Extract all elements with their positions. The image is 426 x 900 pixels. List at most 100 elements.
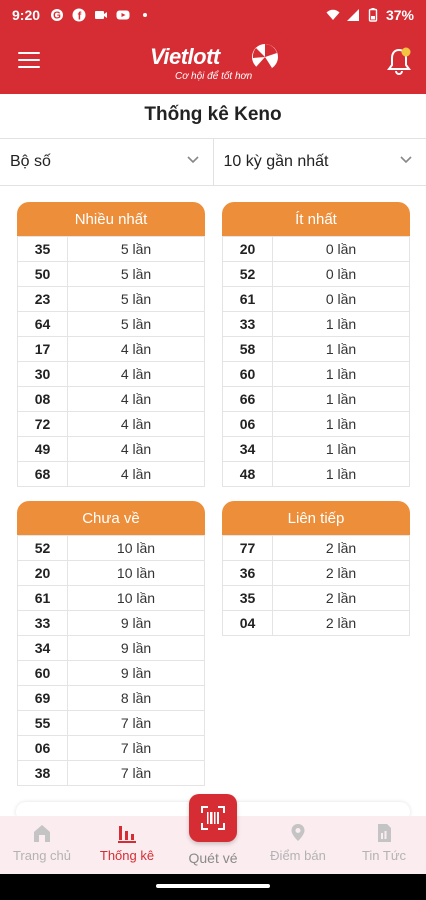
count-cell: 10 lần — [67, 535, 205, 561]
number-cell: 61 — [222, 286, 273, 312]
number-cell: 61 — [17, 585, 68, 611]
count-cell: 4 lần — [67, 336, 205, 362]
not-drawn-table: 52 10 lần 20 10 lần 61 10 lần 33 9 lần 34 9 l… — [17, 535, 205, 786]
battery-icon — [368, 8, 378, 22]
table-row: 06 7 lần — [17, 735, 205, 761]
table-row: 06 1 lần — [222, 411, 410, 437]
count-cell: 10 lần — [67, 585, 205, 611]
number-cell: 48 — [222, 461, 273, 487]
table-row: 72 4 lần — [17, 411, 205, 437]
range-dropdown-value: 10 kỳ gần nhất — [223, 153, 329, 170]
table-row: 48 1 lần — [222, 461, 410, 487]
number-cell: 52 — [17, 535, 68, 561]
type-dropdown[interactable]: Bộ số — [0, 139, 213, 185]
table-row: 34 9 lần — [17, 635, 205, 661]
number-cell: 08 — [17, 386, 68, 412]
table-row: 23 5 lần — [17, 286, 205, 312]
page-title: Thống kê Keno — [144, 104, 282, 125]
table-row: 08 4 lần — [17, 386, 205, 412]
consecutive-table: 77 2 lần 36 2 lần 35 2 lần 04 2 lần — [222, 535, 410, 636]
status-right: 37% — [326, 7, 414, 23]
news-icon — [378, 824, 391, 842]
number-cell: 72 — [17, 411, 68, 437]
count-cell: 9 lần — [67, 635, 205, 661]
home-indicator[interactable] — [156, 884, 270, 888]
least-frequent-card: Ít nhất 20 0 lần 52 0 lần 61 0 lần 33 1 lần … — [222, 202, 410, 487]
number-cell: 35 — [222, 585, 273, 611]
notification-bell-icon[interactable] — [386, 46, 412, 76]
table-row: 60 9 lần — [17, 660, 205, 686]
table-row: 69 8 lần — [17, 685, 205, 711]
table-row: 35 2 lần — [222, 585, 410, 611]
number-cell: 68 — [17, 461, 68, 487]
count-cell: 1 lần — [272, 336, 410, 362]
gesture-bar — [0, 874, 426, 900]
count-cell: 5 lần — [67, 236, 205, 262]
count-cell: 5 lần — [67, 311, 205, 337]
range-dropdown[interactable]: 10 kỳ gần nhất — [212, 139, 426, 185]
home-icon — [34, 825, 50, 842]
nav-stores[interactable]: Điểm bán — [258, 822, 338, 863]
count-cell: 4 lần — [67, 386, 205, 412]
barcode-scan-icon — [201, 806, 225, 830]
table-row: 55 7 lần — [17, 710, 205, 736]
menu-button[interactable] — [18, 52, 40, 70]
number-cell: 77 — [222, 535, 273, 561]
number-cell: 60 — [222, 361, 273, 387]
table-row: 58 1 lần — [222, 336, 410, 362]
map-pin-icon — [291, 824, 305, 841]
youtube-icon — [116, 10, 130, 20]
table-row: 61 10 lần — [17, 585, 205, 611]
nav-statistics-label: Thống kê — [99, 848, 155, 863]
more-dot-icon — [143, 13, 148, 17]
filter-bar: Bộ số 10 kỳ gần nhất — [0, 138, 426, 186]
signal-icon — [346, 9, 359, 21]
number-cell: 58 — [222, 336, 273, 362]
number-cell: 34 — [222, 436, 273, 462]
table-row: 36 2 lần — [222, 560, 410, 586]
number-cell: 06 — [222, 411, 273, 437]
nav-statistics[interactable]: Thống kê — [87, 822, 167, 863]
table-row: 50 5 lần — [17, 261, 205, 287]
number-cell: 36 — [222, 560, 273, 586]
count-cell: 0 lần — [272, 261, 410, 287]
count-cell: 7 lần — [67, 735, 205, 761]
table-row: 49 4 lần — [17, 436, 205, 462]
most-frequent-title: Nhiều nhất — [17, 202, 205, 236]
least-frequent-title: Ít nhất — [222, 202, 410, 236]
scan-ticket-button[interactable] — [189, 794, 237, 842]
table-row: 52 0 lần — [222, 261, 410, 287]
number-cell: 20 — [17, 560, 68, 586]
number-cell: 52 — [222, 261, 273, 287]
count-cell: 4 lần — [67, 411, 205, 437]
count-cell: 5 lần — [67, 261, 205, 287]
count-cell: 1 lần — [272, 411, 410, 437]
count-cell: 2 lần — [272, 610, 410, 636]
number-cell: 33 — [222, 311, 273, 337]
table-row: 20 0 lần — [222, 236, 410, 262]
nav-news-label: Tin Tức — [361, 848, 407, 863]
nav-stores-label: Điểm bán — [270, 848, 326, 863]
number-cell: 20 — [222, 236, 273, 262]
number-cell: 17 — [17, 336, 68, 362]
status-time: 9:20 — [12, 7, 41, 23]
table-row: 60 1 lần — [222, 361, 410, 387]
consecutive-card: Liên tiếp 77 2 lần 36 2 lần 35 2 lần 04 2 lầ… — [222, 501, 410, 636]
nav-news[interactable]: Tin Tức — [344, 822, 424, 863]
count-cell: 7 lần — [67, 760, 205, 786]
count-cell: 5 lần — [67, 286, 205, 312]
video-icon — [95, 11, 108, 19]
number-cell: 64 — [17, 311, 68, 337]
count-cell: 4 lần — [67, 461, 205, 487]
number-cell: 50 — [17, 261, 68, 287]
number-cell: 49 — [17, 436, 68, 462]
status-bar: 9:20 G f 37% — [0, 0, 426, 30]
nav-home[interactable]: Trang chủ — [2, 822, 82, 863]
table-row: 30 4 lần — [17, 361, 205, 387]
number-cell: 34 — [17, 635, 68, 661]
count-cell: 2 lần — [272, 585, 410, 611]
count-cell: 10 lần — [67, 560, 205, 586]
scan-ticket-label: Quét vé — [188, 850, 238, 866]
least-frequent-table: 20 0 lần 52 0 lần 61 0 lần 33 1 lần 58 1 lần … — [222, 236, 410, 487]
count-cell: 1 lần — [272, 461, 410, 487]
